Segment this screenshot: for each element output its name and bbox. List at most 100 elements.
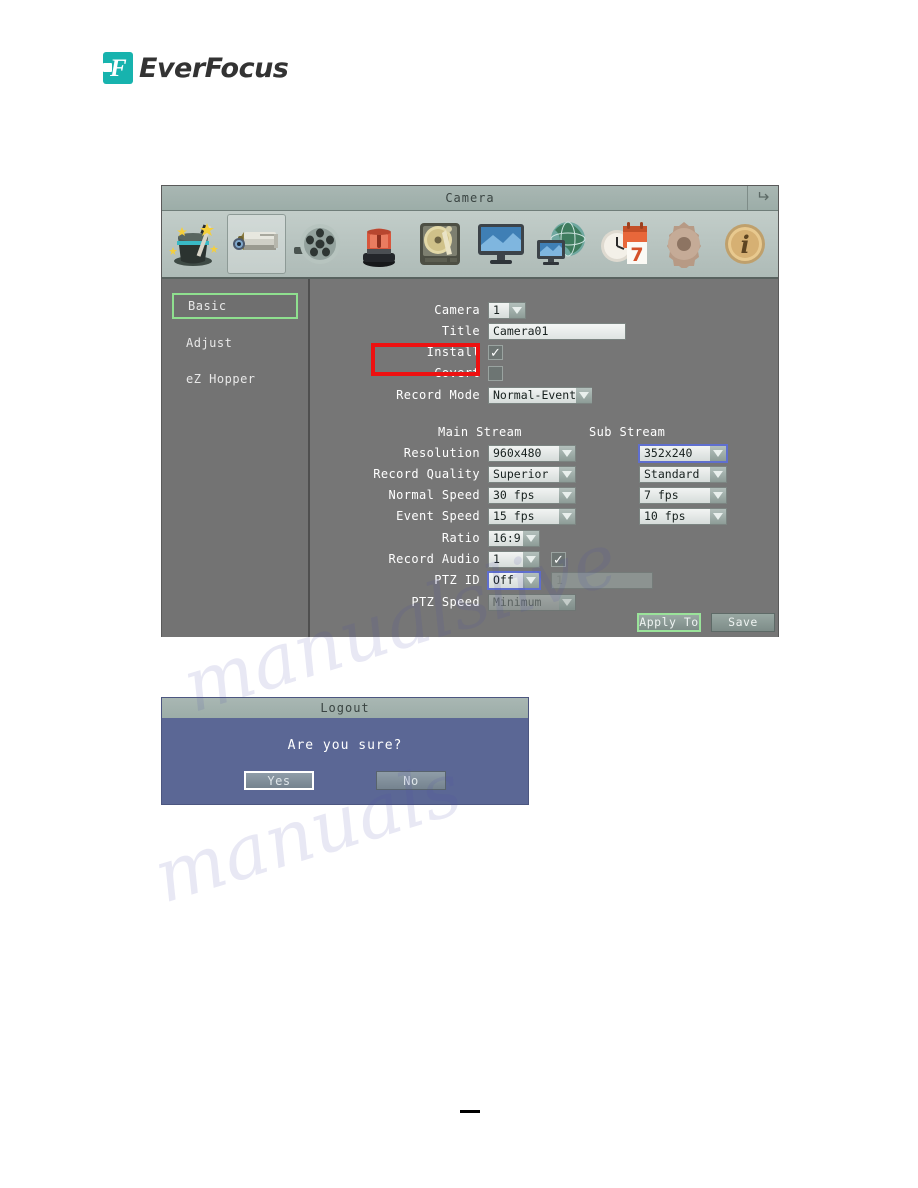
back-button[interactable]: ↵ xyxy=(747,186,778,210)
settings-sidebar: Basic Adjust eZ Hopper xyxy=(162,279,310,637)
install-checkbox[interactable]: ✓ xyxy=(488,344,503,360)
toolbar-item-system[interactable] xyxy=(654,214,713,274)
ptz-id-input: 1 xyxy=(551,571,653,589)
normal-speed-row: Normal Speed 30 fps 7 fps xyxy=(360,486,727,504)
camera-select[interactable]: 1 xyxy=(488,301,526,319)
camera-select-value: 1 xyxy=(493,303,500,317)
toolbar-item-schedule[interactable]: 7 xyxy=(593,214,652,274)
toolbar-item-record[interactable] xyxy=(288,214,347,274)
alarm-siren-icon xyxy=(356,220,402,268)
chevron-down-icon xyxy=(710,466,726,482)
magic-hat-icon xyxy=(168,219,223,269)
apply-to-button[interactable]: Apply To xyxy=(637,612,701,632)
title-row: Title Camera01 xyxy=(360,322,626,340)
toolbar-item-network[interactable] xyxy=(532,214,591,274)
chevron-down-icon xyxy=(523,572,539,588)
camera-label: Camera xyxy=(434,303,480,317)
logout-no-button[interactable]: No xyxy=(376,771,446,790)
record-mode-row: Record Mode Normal-Event xyxy=(360,386,593,404)
event-speed-main-select[interactable]: 15 fps xyxy=(488,507,576,525)
ptz-id-select[interactable]: Off xyxy=(487,570,541,590)
record-audio-checkbox[interactable]: ✓ xyxy=(551,551,566,567)
normal-speed-sub-select[interactable]: 7 fps xyxy=(639,486,727,504)
event-speed-sub-value: 10 fps xyxy=(644,509,686,523)
resolution-sub-select[interactable]: 352x240 xyxy=(638,443,728,463)
install-row: Install ✓ xyxy=(360,343,503,361)
sidebar-item-adjust[interactable]: Adjust xyxy=(172,331,298,355)
sidebar-item-label: Adjust xyxy=(186,336,233,350)
sidebar-item-basic[interactable]: Basic xyxy=(172,293,298,319)
event-speed-label: Event Speed xyxy=(396,509,480,523)
toolbar-item-display[interactable] xyxy=(471,214,530,274)
toolbar-item-information[interactable]: i xyxy=(715,214,774,274)
info-icon: i xyxy=(721,220,769,268)
logout-no-label: No xyxy=(403,773,419,788)
back-arrow-icon: ↵ xyxy=(756,189,770,206)
record-quality-row: Record Quality Superior Standard xyxy=(360,465,727,483)
chevron-down-icon xyxy=(509,302,525,318)
ptz-id-value: Off xyxy=(493,573,514,587)
clock-calendar-icon: 7 xyxy=(597,220,649,268)
covert-checkbox[interactable] xyxy=(488,365,503,381)
sidebar-item-label: eZ Hopper xyxy=(186,372,256,386)
toolbar-item-alarm[interactable] xyxy=(349,214,408,274)
chevron-down-icon xyxy=(710,508,726,524)
network-globe-icon xyxy=(535,220,589,268)
logout-yes-button[interactable]: Yes xyxy=(244,771,314,790)
logout-dialog-buttons: Yes No xyxy=(162,771,528,790)
save-label: Save xyxy=(728,615,758,629)
everfocus-logo: F EverFocus xyxy=(103,52,289,84)
toolbar-item-disk[interactable] xyxy=(410,214,469,274)
monitor-icon xyxy=(475,221,527,267)
toolbar-item-wizard[interactable] xyxy=(166,214,225,274)
gear-icon xyxy=(660,220,708,268)
sidebar-item-ez-hopper[interactable]: eZ Hopper xyxy=(172,367,298,391)
apply-to-label: Apply To xyxy=(639,615,699,629)
record-quality-main-select[interactable]: Superior xyxy=(488,465,576,483)
check-icon: ✓ xyxy=(490,344,501,360)
record-audio-value: 1 xyxy=(493,552,500,566)
logout-yes-label: Yes xyxy=(267,773,291,788)
record-quality-sub-select[interactable]: Standard xyxy=(639,465,727,483)
window-titlebar: Camera ↵ xyxy=(162,186,778,211)
svg-text:7: 7 xyxy=(630,244,643,266)
svg-text:i: i xyxy=(740,230,749,259)
window-body: Basic Adjust eZ Hopper Camera 1 Title Ca… xyxy=(162,279,778,637)
resolution-sub-value: 352x240 xyxy=(644,446,693,460)
title-input[interactable]: Camera01 xyxy=(488,322,626,340)
chevron-down-icon xyxy=(559,508,575,524)
hard-disk-icon xyxy=(416,220,464,268)
chevron-down-icon xyxy=(559,487,575,503)
record-quality-label: Record Quality xyxy=(373,467,480,481)
ratio-select[interactable]: 16:9 xyxy=(488,529,540,547)
ratio-row: Ratio 16:9 xyxy=(360,529,540,547)
record-mode-select[interactable]: Normal-Event xyxy=(488,386,593,404)
chevron-down-icon xyxy=(523,551,539,567)
save-button[interactable]: Save xyxy=(711,612,775,632)
event-speed-main-value: 15 fps xyxy=(493,509,535,523)
record-mode-value: Normal-Event xyxy=(493,388,577,402)
page-footer-rule xyxy=(460,1110,480,1113)
event-speed-sub-select[interactable]: 10 fps xyxy=(639,507,727,525)
film-reel-icon xyxy=(292,221,344,267)
normal-speed-main-select[interactable]: 30 fps xyxy=(488,486,576,504)
page-title: Camera xyxy=(445,191,495,205)
sidebar-item-label: Basic xyxy=(188,299,227,313)
resolution-label: Resolution xyxy=(403,446,480,460)
normal-speed-label: Normal Speed xyxy=(388,488,480,502)
action-buttons: Apply To Save xyxy=(637,612,775,632)
everfocus-logo-mark: F xyxy=(103,52,133,84)
main-stream-label: Main Stream xyxy=(438,425,522,439)
menu-toolbar: 7 i xyxy=(162,211,778,279)
chevron-down-icon xyxy=(523,530,539,546)
normal-speed-main-value: 30 fps xyxy=(493,488,535,502)
title-label: Title xyxy=(441,324,480,338)
logout-dialog-message: Are you sure? xyxy=(287,738,403,753)
brand-name: EverFocus xyxy=(139,52,289,84)
ratio-label: Ratio xyxy=(441,531,480,545)
ptz-speed-value: Minimum xyxy=(493,595,542,609)
resolution-main-select[interactable]: 960x480 xyxy=(488,444,576,462)
sub-stream-label: Sub Stream xyxy=(589,425,666,439)
toolbar-item-camera[interactable] xyxy=(227,214,286,274)
record-audio-select[interactable]: 1 xyxy=(488,550,540,568)
